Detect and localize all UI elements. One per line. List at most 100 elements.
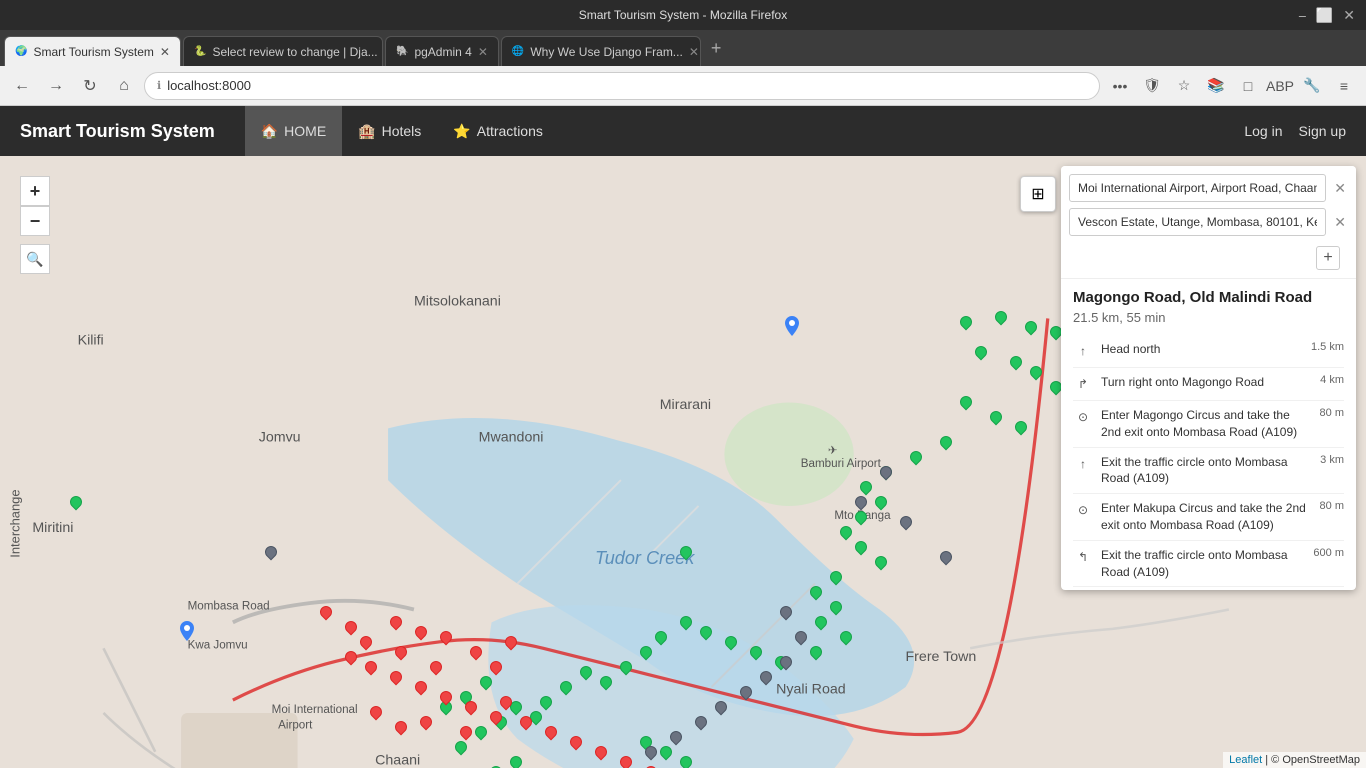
route-step-3: ⊙ Enter Magongo Circus and take the 2nd … <box>1073 401 1344 448</box>
svg-text:Kwa Jomvu: Kwa Jomvu <box>188 638 248 651</box>
svg-text:Mombasa Road: Mombasa Road <box>188 599 270 612</box>
step-dist-6: 600 m <box>1313 547 1344 559</box>
layer-control: ⊞ <box>1020 176 1056 212</box>
app-brand: Smart Tourism System <box>20 121 215 142</box>
menu-button[interactable]: ≡ <box>1330 72 1358 100</box>
browser-title-bar: Smart Tourism System - Mozilla Firefox ⎯… <box>0 0 1366 30</box>
extension-button2[interactable]: □ <box>1234 72 1262 100</box>
svg-text:Frere Town: Frere Town <box>905 649 976 665</box>
route-steps[interactable]: ↑ Head north 1.5 km ↱ Turn right onto Ma… <box>1061 335 1356 590</box>
route-info: Magongo Road, Old Malindi Road 21.5 km, … <box>1061 279 1356 325</box>
svg-text:Chaani: Chaani <box>375 753 420 768</box>
svg-text:Mitsolokanani: Mitsolokanani <box>414 293 501 309</box>
clear-destination-button[interactable]: ✕ <box>1332 212 1348 233</box>
browser-window-controls: ⎯ ⬜ ✕ <box>1296 7 1358 24</box>
route-panel: ✕ ✕ + Magongo Road, Old Malindi Road 21.… <box>1061 166 1356 590</box>
route-step-7: ↰ Turn left onto Ronald Ngala Road (B8) … <box>1073 587 1344 590</box>
nav-attractions-label: Attractions <box>477 123 543 139</box>
tab-pgadmin[interactable]: 🐘 pgAdmin 4 ✕ <box>385 36 499 66</box>
route-step-4: ↑ Exit the traffic circle onto Mombasa R… <box>1073 448 1344 495</box>
attribution-text: | © OpenStreetMap <box>1265 754 1360 766</box>
route-stats: 21.5 km, 55 min <box>1073 310 1344 325</box>
step-dist-5: 80 m <box>1320 500 1344 512</box>
map-controls: + − 🔍 <box>20 176 50 274</box>
tab-label-1: Smart Tourism System <box>33 45 153 59</box>
step-icon-1: ↑ <box>1073 341 1093 361</box>
svg-text:Moi International: Moi International <box>272 703 358 716</box>
step-icon-2: ↱ <box>1073 374 1093 394</box>
tab-close-1[interactable]: ✕ <box>160 45 170 59</box>
svg-text:Bamburi Airport: Bamburi Airport <box>801 457 882 470</box>
tab-smart-tourism[interactable]: 🌍 Smart Tourism System ✕ <box>4 36 181 66</box>
route-step-2: ↱ Turn right onto Magongo Road 4 km <box>1073 368 1344 401</box>
home-icon: 🏠 <box>261 123 278 140</box>
tab-favicon-2: 🐍 <box>194 46 206 57</box>
minimize-icon[interactable]: ⎯ <box>1296 7 1309 24</box>
tab-django-admin[interactable]: 🐍 Select review to change | Dja... ✕ <box>183 36 383 66</box>
step-icon-3: ⊙ <box>1073 407 1093 427</box>
app-navbar: Smart Tourism System 🏠 HOME 🏨 Hotels ⭐ A… <box>0 106 1366 156</box>
origin-marker[interactable] <box>785 316 799 336</box>
adblock-button[interactable]: ABP <box>1266 72 1294 100</box>
tab-close-3[interactable]: ✕ <box>478 45 488 59</box>
destination-marker[interactable] <box>180 621 194 641</box>
leaflet-link[interactable]: Leaflet <box>1229 754 1262 766</box>
signup-link[interactable]: Sign up <box>1299 123 1346 139</box>
svg-text:Kilifi: Kilifi <box>78 332 104 348</box>
zoom-in-button[interactable]: + <box>20 176 50 206</box>
extension-button1[interactable]: 📚 <box>1202 72 1230 100</box>
tab-close-4[interactable]: ✕ <box>689 45 699 59</box>
route-step-1: ↑ Head north 1.5 km <box>1073 335 1344 368</box>
security-icon: ℹ <box>157 79 161 92</box>
layer-toggle-button[interactable]: ⊞ <box>1020 176 1056 212</box>
new-tab-button[interactable]: + <box>703 38 730 59</box>
step-dist-1: 1.5 km <box>1311 341 1344 353</box>
home-button[interactable]: ⌂ <box>110 72 138 100</box>
zoom-out-button[interactable]: − <box>20 206 50 236</box>
map-search-button[interactable]: 🔍 <box>20 244 50 274</box>
svg-text:Miritini: Miritini <box>32 520 73 536</box>
login-link[interactable]: Log in <box>1244 123 1282 139</box>
tab-label-2: Select review to change | Dja... <box>212 45 377 59</box>
clear-origin-button[interactable]: ✕ <box>1332 178 1348 199</box>
destination-row: ✕ <box>1069 208 1348 236</box>
url-bar[interactable]: ℹ localhost:8000 <box>144 72 1100 100</box>
back-button[interactable]: ← <box>8 72 36 100</box>
nav-attractions[interactable]: ⭐ Attractions <box>437 106 559 156</box>
tab-favicon-3: 🐘 <box>396 46 408 57</box>
close-icon[interactable]: ✕ <box>1340 7 1358 24</box>
svg-text:Nyali Road: Nyali Road <box>776 682 846 698</box>
add-waypoint-button[interactable]: + <box>1316 246 1340 270</box>
origin-row: ✕ <box>1069 174 1348 202</box>
forward-button[interactable]: → <box>42 72 70 100</box>
destination-input[interactable] <box>1069 208 1326 236</box>
address-bar: ← → ↻ ⌂ ℹ localhost:8000 ••• 🛡 ☆ 📚 □ ABP… <box>0 66 1366 106</box>
hotels-icon: 🏨 <box>358 123 375 140</box>
nav-actions: Log in Sign up <box>1244 123 1346 139</box>
add-waypoint-row: + <box>1069 242 1348 270</box>
tab-django-article[interactable]: 🌐 Why We Use Django Fram... ✕ <box>501 36 701 66</box>
bookmark-button[interactable]: ☆ <box>1170 72 1198 100</box>
origin-input[interactable] <box>1069 174 1326 202</box>
shield-button[interactable]: 🛡 <box>1138 72 1166 100</box>
reload-button[interactable]: ↻ <box>76 72 104 100</box>
step-dist-2: 4 km <box>1320 374 1344 386</box>
step-icon-6: ↰ <box>1073 547 1093 567</box>
route-inputs: ✕ ✕ + <box>1061 166 1356 279</box>
route-time: 55 min <box>1126 310 1165 325</box>
tab-label-4: Why We Use Django Fram... <box>530 45 682 59</box>
more-options-button[interactable]: ••• <box>1106 72 1134 100</box>
attractions-icon: ⭐ <box>453 123 470 140</box>
extension-button3[interactable]: 🔧 <box>1298 72 1326 100</box>
step-text-6: Exit the traffic circle onto Mombasa Roa… <box>1101 547 1301 581</box>
nav-home[interactable]: 🏠 HOME <box>245 106 342 156</box>
nav-hotels[interactable]: 🏨 Hotels <box>342 106 437 156</box>
nav-hotels-label: Hotels <box>382 123 422 139</box>
tabs-bar: 🌍 Smart Tourism System ✕ 🐍 Select review… <box>0 30 1366 66</box>
step-text-4: Exit the traffic circle onto Mombasa Roa… <box>1101 454 1308 488</box>
maximize-icon[interactable]: ⬜ <box>1313 7 1336 24</box>
map-area[interactable]: Tudor Creek Mitsolokanani Jomvu Mwandoni… <box>0 156 1366 768</box>
step-dist-4: 3 km <box>1320 454 1344 466</box>
nav-links: 🏠 HOME 🏨 Hotels ⭐ Attractions <box>245 106 1245 156</box>
svg-text:Jomvu: Jomvu <box>259 429 301 445</box>
